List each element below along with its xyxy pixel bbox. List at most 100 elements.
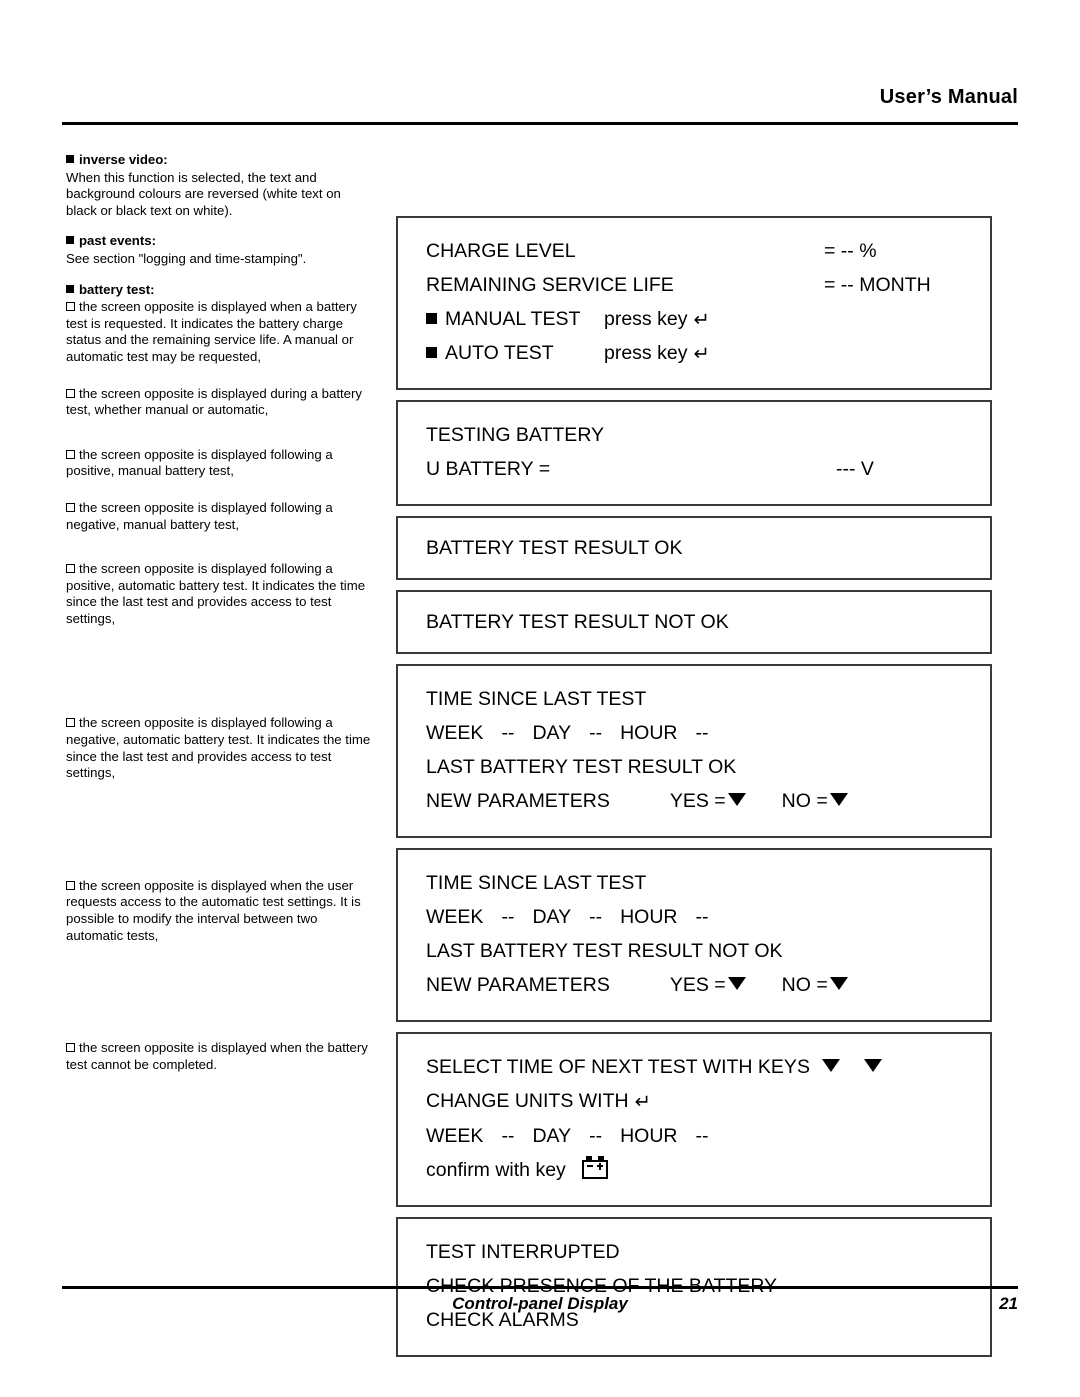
no-option: NO = (782, 974, 850, 996)
week-value: -- (501, 906, 515, 928)
section-battery-test: battery test: (66, 282, 374, 299)
yes-option: YES = (670, 790, 748, 812)
panel-row-change-units: CHANGE UNITS WITH ↵ (398, 1084, 990, 1119)
panel-row-interval: WEEK -- DAY -- HOUR -- (398, 900, 990, 934)
panel-row: TEST INTERRUPTED (398, 1235, 990, 1269)
display-panel-charge-level: CHARGE LEVEL = -- % REMAINING SERVICE LI… (396, 216, 992, 390)
yes-option: YES = (670, 974, 748, 996)
row-label: LAST BATTERY TEST RESULT OK (426, 756, 737, 778)
row-label: confirm with key (426, 1159, 566, 1181)
row-label: MANUAL TEST (445, 308, 581, 330)
row-label: TIME SINCE LAST TEST (426, 688, 647, 710)
row-label: REMAINING SERVICE LIFE (426, 274, 674, 296)
panel-row: U BATTERY = --- V (398, 452, 990, 486)
week-value: -- (501, 722, 515, 744)
panel-row: TESTING BATTERY (398, 418, 990, 452)
section-body-inverse-video: When this function is selected, the text… (66, 169, 341, 218)
section-heading-label: past events: (79, 233, 156, 249)
list-item: the screen opposite is displayed when th… (66, 1040, 374, 1073)
day-value: -- (589, 1125, 603, 1147)
hollow-square-icon (66, 388, 75, 398)
day-label: DAY (532, 722, 572, 744)
panel-row: TIME SINCE LAST TEST (398, 682, 990, 716)
filled-square-icon (66, 155, 74, 163)
down-triangle-icon (821, 1059, 840, 1072)
row-value: --- V (836, 458, 874, 480)
week-label: WEEK (426, 722, 484, 744)
section-heading-battery-test: battery test: (66, 282, 374, 299)
row-key-hint: press key ↵ (604, 336, 710, 371)
week-label: WEEK (426, 1125, 484, 1147)
panel-row-manual-test: MANUAL TEST press key ↵ (398, 302, 990, 336)
hollow-square-icon (66, 502, 75, 512)
down-triangle-icon (727, 977, 746, 990)
hollow-square-icon (66, 880, 75, 890)
panel-row: TIME SINCE LAST TEST (398, 866, 990, 900)
yes-label: YES = (669, 974, 726, 996)
section-heading-past-events: past events: (66, 233, 374, 250)
enter-key-icon: ↵ (693, 343, 710, 365)
list-item: the screen opposite is displayed when a … (66, 299, 374, 365)
page-header-title: User’s Manual (879, 86, 1018, 108)
panel-row: BATTERY TEST RESULT NOT OK (398, 605, 990, 639)
yes-label: YES = (669, 790, 726, 812)
row-key-text: press key (604, 342, 688, 364)
hour-value: -- (695, 1125, 709, 1147)
row-label: U BATTERY = (426, 458, 551, 480)
day-value: -- (589, 722, 603, 744)
day-value: -- (589, 906, 603, 928)
filled-square-icon (426, 347, 437, 358)
row-label: NEW PARAMETERS (426, 790, 610, 812)
panel-row-interval: WEEK -- DAY -- HOUR -- (398, 716, 990, 750)
display-panel-result-ok: BATTERY TEST RESULT OK (396, 516, 992, 580)
filled-square-icon (66, 284, 74, 293)
row-value: = -- % (824, 240, 877, 262)
display-panel-auto-test-not-ok: TIME SINCE LAST TEST WEEK -- DAY -- HOUR -- L… (396, 848, 992, 1022)
display-panel-result-not-ok: BATTERY TEST RESULT NOT OK (396, 590, 992, 654)
row-label: CHANGE UNITS WITH (426, 1090, 629, 1112)
panel-row-new-parameters: NEW PARAMETERS YES = NO = (398, 968, 990, 1002)
panel-row: REMAINING SERVICE LIFE = -- MONTH (398, 268, 990, 302)
section-body-past-events: See section "logging and time-stamping". (66, 250, 307, 266)
down-triangle-icon (863, 1059, 882, 1072)
hour-value: -- (695, 722, 709, 744)
battery-icon (581, 1156, 608, 1179)
row-value: = -- MONTH (824, 274, 931, 296)
hour-label: HOUR (620, 1125, 678, 1147)
row-label: LAST BATTERY TEST RESULT NOT OK (426, 940, 783, 962)
enter-key-icon: ↵ (693, 309, 710, 331)
section-past-events: past events: See section "logging and ti… (66, 233, 374, 267)
row-label: CHARGE LEVEL (426, 240, 576, 262)
display-panel-testing-battery: TESTING BATTERY U BATTERY = --- V (396, 400, 992, 506)
filled-square-icon (66, 236, 74, 245)
hollow-square-icon (66, 302, 75, 312)
panel-row-interval: WEEK -- DAY -- HOUR -- (398, 1119, 990, 1153)
row-label: TEST INTERRUPTED (426, 1241, 620, 1263)
section-heading-inverse-video: inverse video: (66, 152, 374, 169)
list-item-text: the screen opposite is displayed when th… (66, 877, 361, 943)
panel-row: CHARGE LEVEL = -- % (398, 234, 990, 268)
hour-value: -- (695, 906, 709, 928)
hour-label: HOUR (620, 722, 678, 744)
list-item-text: the screen opposite is displayed followi… (66, 499, 333, 532)
row-label: BATTERY TEST RESULT NOT OK (426, 611, 729, 633)
down-triangle-icon (829, 793, 848, 806)
no-label: NO = (781, 974, 828, 996)
panel-row-auto-test: AUTO TEST press key ↵ (398, 336, 990, 370)
panel-row-new-parameters: NEW PARAMETERS YES = NO = (398, 784, 990, 818)
hollow-square-icon (66, 564, 75, 574)
left-annotation-column: inverse video: When this function is sel… (66, 152, 374, 1073)
day-label: DAY (532, 1125, 572, 1147)
row-label: AUTO TEST (445, 342, 554, 364)
panel-row: LAST BATTERY TEST RESULT OK (398, 750, 990, 784)
section-inverse-video: inverse video: When this function is sel… (66, 152, 374, 219)
display-panel-auto-test-ok: TIME SINCE LAST TEST WEEK -- DAY -- HOUR -- L… (396, 664, 992, 838)
list-item: the screen opposite is displayed when th… (66, 878, 374, 944)
